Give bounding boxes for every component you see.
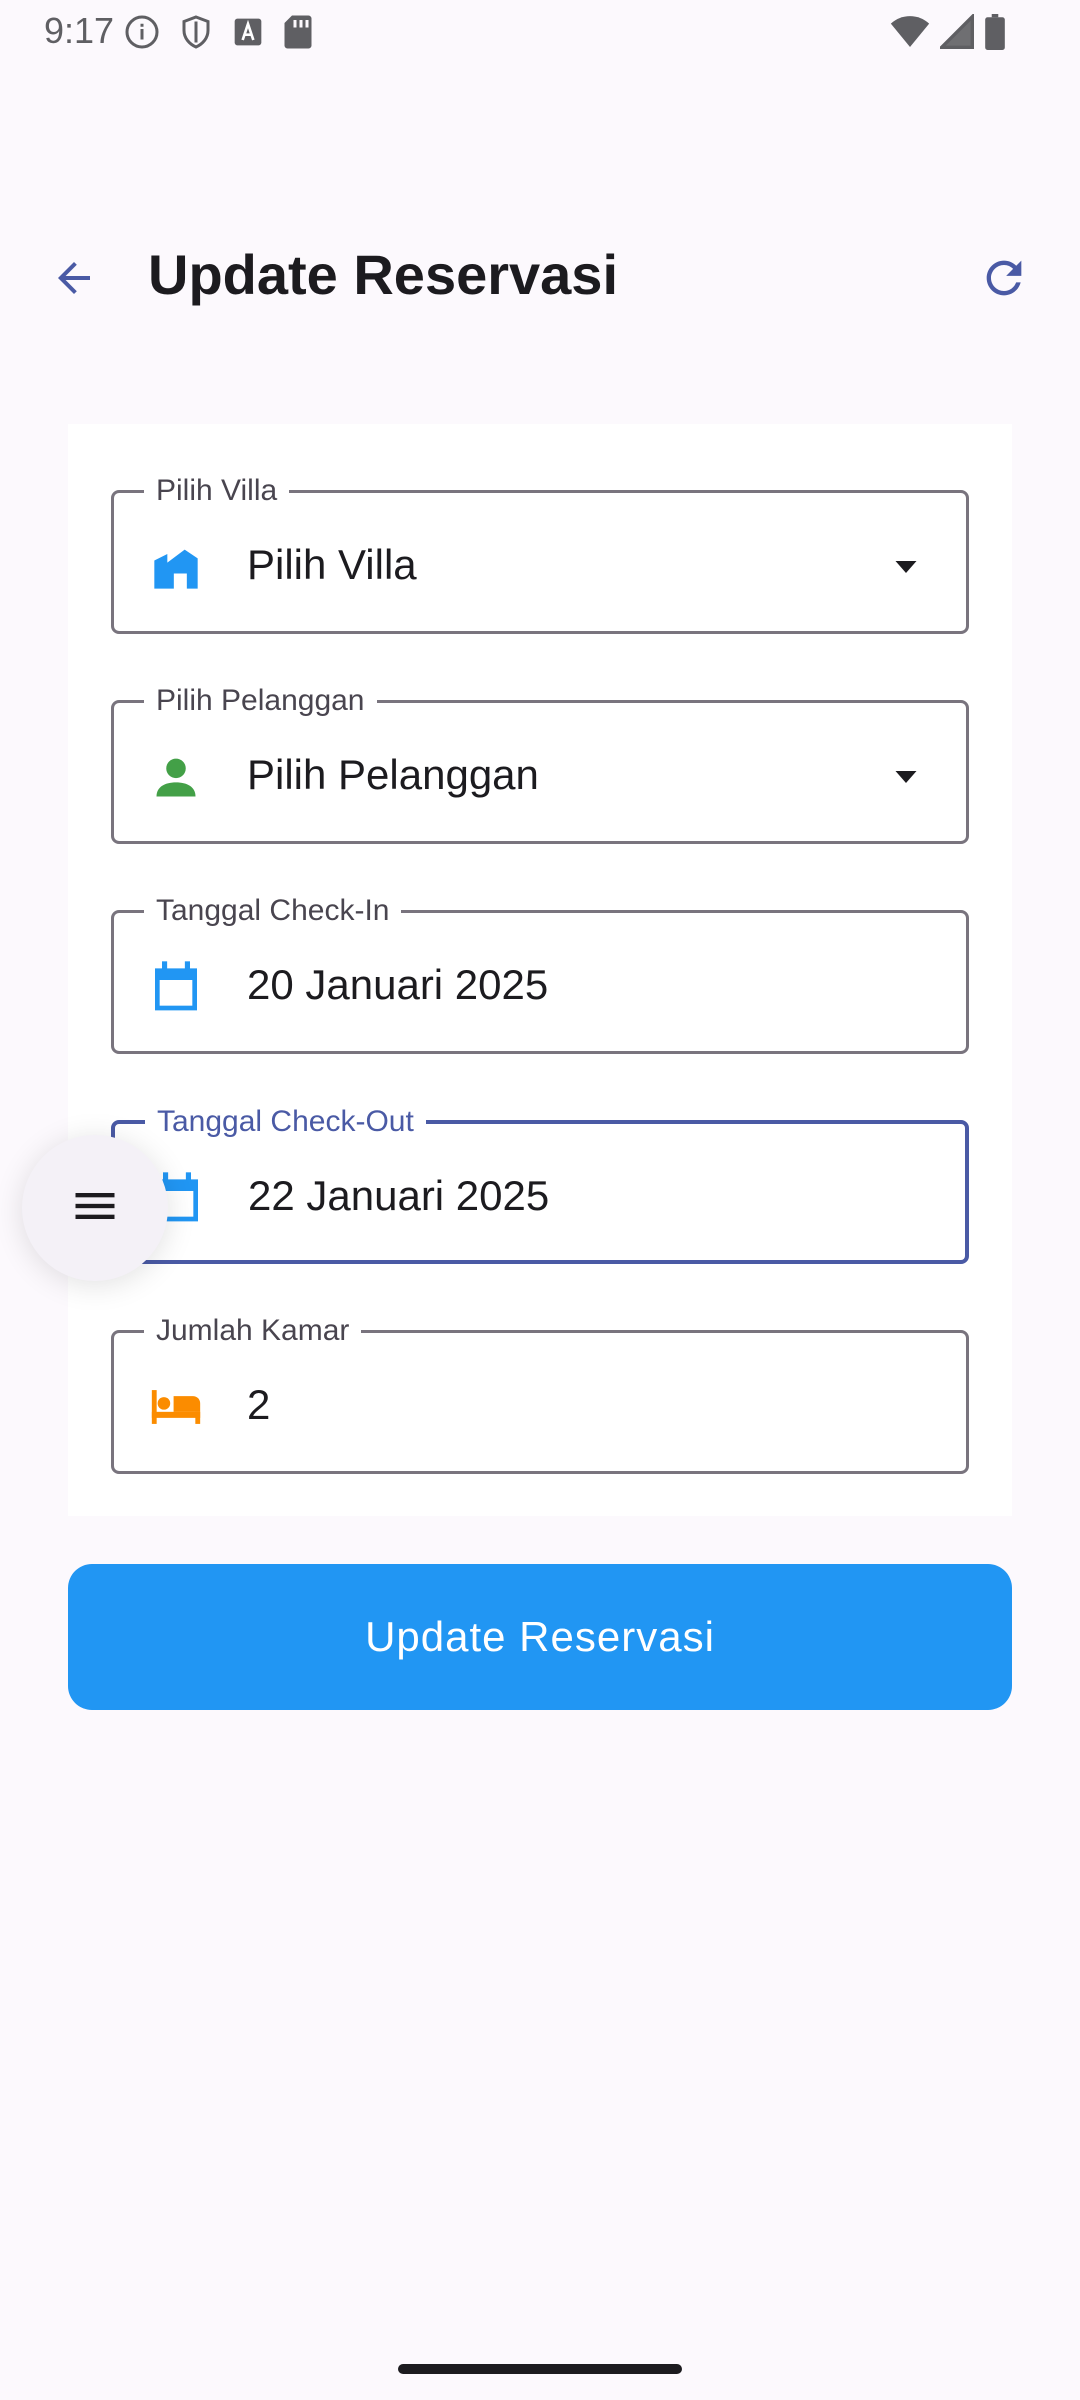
menu-icon (69, 1180, 121, 1237)
reservation-form: Pilih Villa Pilih Villa Pilih Pelanggan … (68, 424, 1012, 1516)
checkout-date-field[interactable]: Tanggal Check-Out 22 Januari 2025 (111, 1104, 969, 1264)
status-bar: 9:17 (0, 0, 1080, 64)
chevron-down-icon[interactable] (886, 547, 926, 587)
page-title: Update Reservasi (148, 243, 619, 306)
status-icons-right (890, 12, 1006, 55)
villa-value: Pilih Villa (247, 541, 417, 588)
customer-value: Pilih Pelanggan (247, 751, 539, 798)
customer-dropdown[interactable]: Pilih Pelanggan Pilih Pelanggan (111, 683, 969, 844)
checkout-label: Tanggal Check-Out (145, 1104, 426, 1140)
gesture-nav-handle[interactable] (398, 2364, 682, 2374)
info-icon (124, 14, 160, 55)
status-time: 9:17 (44, 10, 115, 51)
sd-card-icon (282, 14, 314, 55)
rooms-label: Jumlah Kamar (144, 1313, 362, 1349)
status-icons-left (124, 14, 314, 55)
person-icon (146, 747, 206, 807)
bed-icon (146, 1377, 206, 1437)
villa-label: Pilih Villa (144, 473, 290, 509)
back-button[interactable] (38, 244, 110, 316)
arrow-back-icon (50, 254, 98, 307)
checkout-value: 22 Januari 2025 (248, 1172, 550, 1219)
battery-icon (984, 14, 1006, 55)
refresh-button[interactable] (968, 244, 1040, 316)
villa-icon (146, 537, 206, 597)
chevron-down-icon[interactable] (886, 757, 926, 797)
checkin-label: Tanggal Check-In (144, 893, 402, 929)
checkin-date-field[interactable]: Tanggal Check-In 20 Januari 2025 (111, 893, 969, 1054)
wifi-icon (890, 14, 930, 55)
app-bar: Update Reservasi (0, 224, 1080, 324)
room-count-field[interactable]: Jumlah Kamar 2 (111, 1313, 969, 1474)
refresh-icon (978, 252, 1030, 309)
signal-icon (937, 12, 974, 55)
rooms-value: 2 (247, 1381, 271, 1428)
villa-dropdown[interactable]: Pilih Villa Pilih Villa (111, 473, 969, 634)
text-a-icon (232, 16, 264, 53)
calendar-icon (146, 957, 206, 1017)
customer-label: Pilih Pelanggan (144, 683, 377, 719)
update-reservation-button[interactable]: Update Reservasi (68, 1564, 1012, 1710)
checkin-value: 20 Januari 2025 (247, 961, 549, 1008)
floating-menu-button[interactable] (22, 1135, 168, 1281)
shield-icon (178, 14, 214, 55)
